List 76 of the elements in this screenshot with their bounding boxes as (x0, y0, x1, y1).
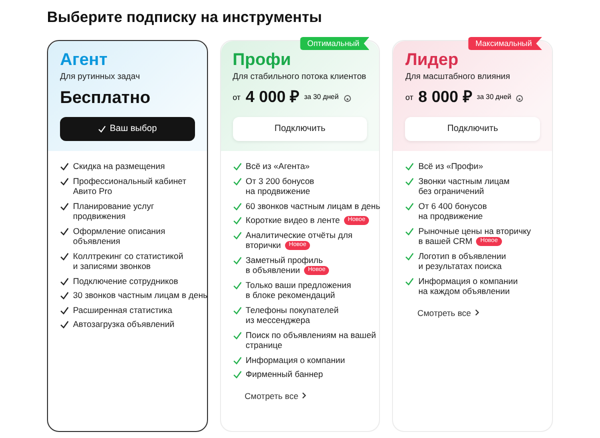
feature-text: Только ваши предложения (246, 280, 352, 290)
feature-text: Короткие видео в ленте (246, 215, 340, 226)
current-plan-button[interactable]: Ваш выбор (60, 117, 195, 141)
feature-text: вторички (246, 240, 281, 250)
feature-text: на продвижение (418, 211, 483, 222)
feature-text: Авито Pro (73, 186, 112, 196)
connect-button[interactable]: Подключить (232, 117, 368, 141)
feature-text: 30 звонков частным лицам в день (73, 290, 208, 300)
check-icon (60, 226, 69, 236)
plan-ribbon: Оптимальный (300, 37, 370, 50)
feature-text: Информация о компании (246, 354, 346, 365)
feature-text: Скидка на размещения (73, 161, 165, 172)
chevron-right-icon (301, 392, 308, 400)
plan-name: Агент (60, 49, 108, 70)
feature-text: Фирменный баннер (246, 369, 324, 380)
feature-text: на продвижение (246, 186, 310, 196)
plan-ribbon: Максимальный (468, 37, 542, 50)
plan-price: Бесплатно (60, 87, 150, 110)
feature-text: Поиск по объявлениям на вашей (246, 330, 376, 340)
plan-price: 8 000 ₽ (418, 88, 472, 108)
check-icon (232, 330, 242, 340)
see-all-link[interactable]: Смотреть все (417, 306, 480, 320)
see-all-link[interactable]: Смотреть все (244, 390, 308, 402)
feature-text: Заметный профиль (246, 254, 323, 265)
feature-text: Всё из «Агента» (246, 161, 310, 172)
check-icon (405, 252, 414, 260)
feature-text: в вашей CRM (418, 236, 472, 246)
page-heading: Выберите подписку на инструменты (47, 8, 323, 28)
check-icon (60, 252, 69, 260)
price-prefix: от (232, 92, 241, 104)
connect-button[interactable]: Подключить (405, 117, 540, 141)
feature-text: Информация о компании (418, 276, 518, 286)
feature-text: От 6 400 бонусов (418, 200, 487, 211)
price-prefix: от (405, 92, 414, 104)
plan-subtitle: Для рутинных задач (60, 70, 140, 82)
plan-name: Лидер (405, 49, 458, 70)
feature-text: Телефоны покупателей (246, 304, 339, 315)
plan-subtitle: Для стабильного потока клиентов (232, 70, 366, 82)
feature-text: Рыночные цены на вторичку (418, 226, 531, 236)
feature-text: От 3 200 бонусов (246, 176, 314, 186)
chevron-right-icon (474, 309, 480, 316)
check-icon (405, 226, 414, 236)
feature-text: странице (246, 340, 282, 350)
help-icon[interactable] (344, 94, 351, 102)
check-icon (405, 202, 414, 210)
feature-text: продвижения (73, 211, 126, 222)
feature-text: и результатах поиска (418, 261, 502, 272)
feature-text: Всё из «Профи» (418, 161, 484, 172)
feature-text: Автозагрузка объявлений (73, 319, 174, 330)
plan-price: 4 000 ₽ (246, 88, 300, 108)
check-icon (60, 202, 69, 210)
check-icon (232, 306, 242, 314)
feature-text: и записями звонков (73, 261, 151, 272)
feature-text: Логотип в объявлении (418, 250, 506, 261)
feature-text: Аналитические отчёты для (246, 230, 353, 240)
feature-text: на каждом объявлении (418, 286, 510, 296)
feature-text: Планирование услуг (73, 200, 154, 211)
feature-text: Профессиональный кабинет (73, 176, 186, 186)
check-icon (405, 276, 414, 286)
feature-text: Звонки частным лицам (418, 176, 510, 186)
plan-name: Профи (232, 49, 291, 70)
feature-text: объявления (73, 236, 120, 246)
check-icon (98, 125, 106, 133)
plan-subtitle: Для масштабного влияния (405, 70, 510, 82)
feature-text: Оформление описания (73, 226, 166, 236)
feature-text: в объявлении (246, 265, 300, 276)
feature-text: из мессенджера (246, 315, 310, 326)
feature-text: Коллтрекинг со статистикой (73, 250, 184, 261)
feature-text: 60 звонков частным лицам в день (246, 200, 380, 211)
check-icon (232, 280, 242, 290)
feature-text: в блоке рекомендаций (246, 290, 336, 300)
feature-text: без ограничений (418, 186, 484, 196)
check-icon (232, 256, 242, 264)
feature-text: Расширенная статистика (73, 304, 172, 315)
help-icon[interactable] (516, 94, 524, 102)
feature-text: Подключение сотрудников (73, 276, 178, 286)
